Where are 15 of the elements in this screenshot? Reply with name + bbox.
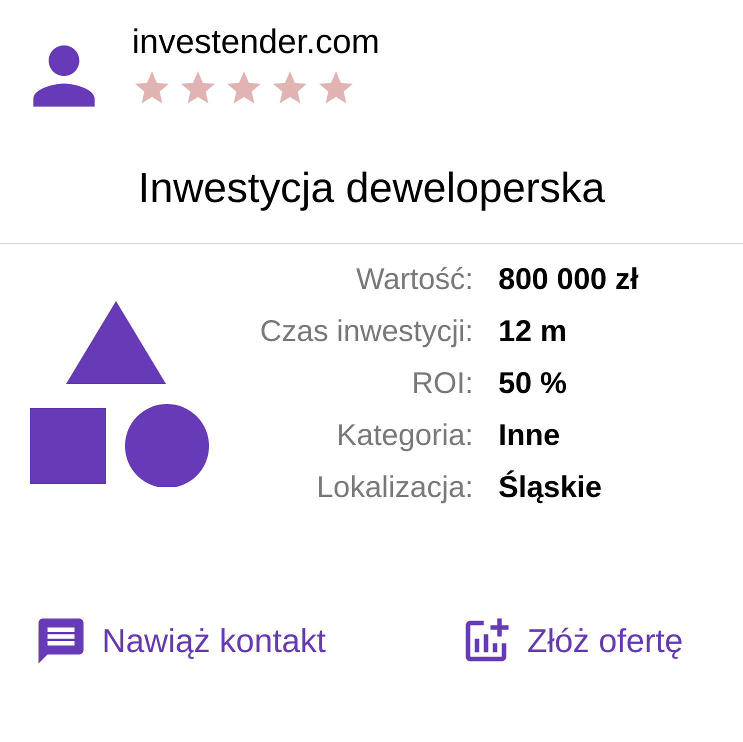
detail-label: ROI: (410, 366, 474, 402)
detail-value: 12 m (498, 314, 568, 350)
site-name: investender.com (132, 22, 380, 62)
detail-value: Inne (498, 418, 562, 454)
detail-value: Śląskie (498, 469, 603, 506)
detail-label: Kategoria: (336, 418, 474, 454)
detail-value: 50 % (498, 366, 568, 402)
detail-label: Czas inwestycji: (260, 314, 474, 350)
listing-title: Inwestycja deweloperska (138, 163, 605, 213)
detail-label: Wartość: (355, 262, 474, 298)
shapes-icon (30, 301, 210, 487)
action-link[interactable]: Złóż ofertę (459, 614, 683, 668)
action-link[interactable]: Nawiąż kontakt (34, 614, 326, 668)
detail-label: Lokalizacja: (316, 470, 474, 506)
detail-value: 800 000 zł (498, 262, 639, 298)
